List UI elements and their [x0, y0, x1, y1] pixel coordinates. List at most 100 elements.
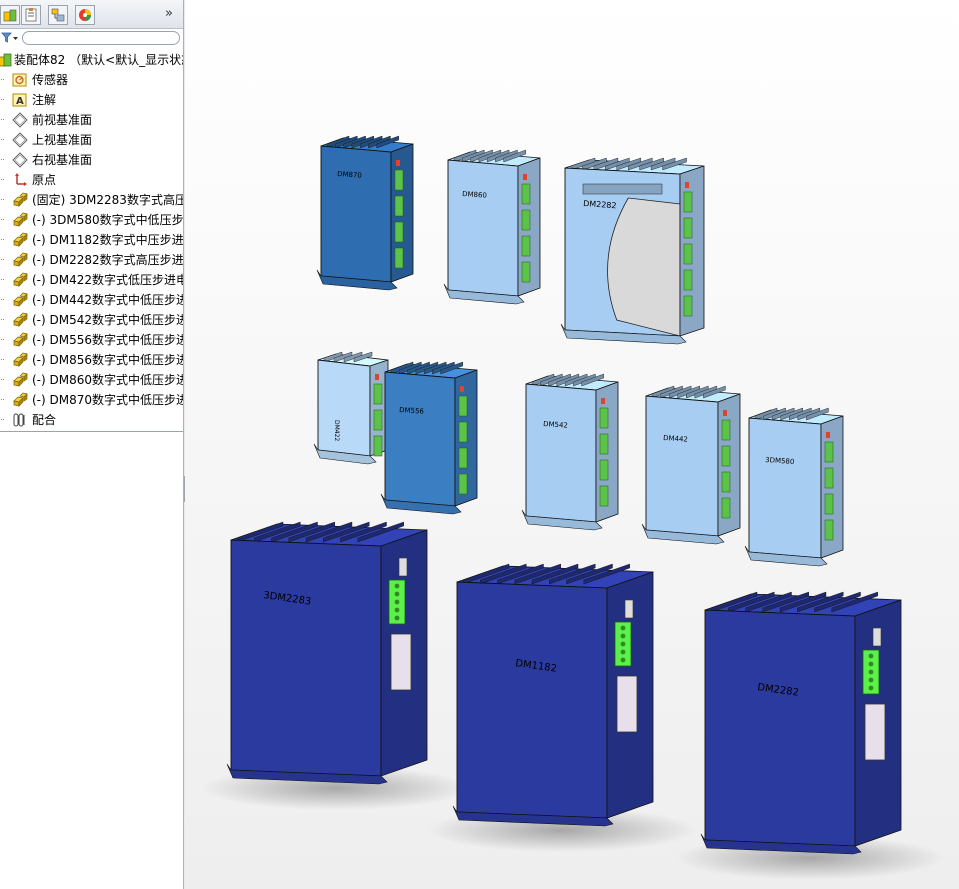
tree-item[interactable]: (-) DM442数字式中低压步进 [0, 290, 183, 310]
tree-filter-input[interactable] [22, 31, 180, 45]
more-tabs-chevron-icon[interactable]: » [165, 6, 173, 21]
tree-item-label: 右视基准面 [32, 153, 93, 167]
terminal-block [394, 169, 404, 191]
terminal-screw [620, 633, 626, 639]
configurationmanager-tab[interactable] [48, 5, 68, 25]
tree-item[interactable]: (-) DM870数字式中低压步进 [0, 390, 183, 410]
terminal-screw [394, 615, 400, 621]
terminal-block [599, 459, 609, 481]
driver-front-face [645, 395, 719, 537]
tree-expander-icon[interactable] [0, 79, 4, 81]
tree-expander-icon[interactable] [0, 239, 4, 241]
status-led [685, 182, 689, 188]
terminal-screw [620, 625, 626, 631]
tree-item[interactable]: (-) DM422数字式低压步进电 [0, 270, 183, 290]
driver-dm2282-small: DM2282 [560, 157, 705, 345]
tree-item[interactable]: 传感器 [0, 70, 183, 90]
tree-expander-icon[interactable] [0, 119, 4, 121]
tree-item[interactable]: 配合 [0, 410, 183, 430]
driver-front-face [230, 539, 382, 777]
tree-item[interactable]: 右视基准面 [0, 150, 183, 170]
status-led [396, 160, 400, 166]
feature-tree: 装配体82 （默认<默认_显示状态传感器 A 注解前视基准面上视基准面右视基准面原点… [0, 50, 183, 430]
tree-expander-icon[interactable] [0, 359, 4, 361]
tree-expander-icon[interactable] [0, 139, 4, 141]
tree-item[interactable]: A 注解 [0, 90, 183, 110]
tree-item-label: 前视基准面 [32, 113, 93, 127]
vent-slots [582, 183, 663, 195]
terminal-block [458, 473, 468, 495]
filter-funnel-icon[interactable] [1, 32, 19, 44]
terminal-block [824, 441, 834, 463]
part-icon [12, 192, 28, 208]
driver-front-face [384, 371, 456, 507]
terminal-block [599, 485, 609, 507]
tree-item-label: (-) DM870数字式中低压步进 [32, 393, 184, 407]
tree-expander-icon[interactable] [0, 379, 4, 381]
terminal-block [373, 435, 383, 457]
dip-switch [398, 557, 408, 577]
part-icon [12, 392, 28, 408]
featuremanager-tree-tab[interactable] [0, 5, 20, 25]
tree-item[interactable]: 上视基准面 [0, 130, 183, 150]
tree-expander-icon[interactable] [0, 219, 4, 221]
tree-item[interactable]: (-) DM860数字式中低压步进 [0, 370, 183, 390]
terminal-screw [620, 657, 626, 663]
terminal-block [521, 261, 531, 283]
tree-root-assembly[interactable]: 装配体82 （默认<默认_显示状态 [0, 50, 183, 70]
terminal-block [599, 433, 609, 455]
terminal-block [521, 209, 531, 231]
propertymanager-tab[interactable] [21, 5, 41, 25]
terminal-screw [394, 607, 400, 613]
property-sheet-icon [25, 8, 37, 22]
tree-expander-icon[interactable] [0, 99, 4, 101]
status-led [523, 174, 527, 180]
tree-item-label: 装配体82 （默认<默认_显示状态 [14, 53, 184, 67]
tree-expander-icon[interactable] [0, 419, 4, 421]
tree-expander-icon[interactable] [0, 299, 4, 301]
tree-item[interactable]: (-) DM856数字式中低压步进 [0, 350, 183, 370]
tree-item-label: 传感器 [32, 73, 69, 87]
tree-item[interactable]: (-) DM1182数字式中压步进 [0, 230, 183, 250]
tree-item[interactable]: 原点 [0, 170, 183, 190]
terminal-block [721, 419, 731, 441]
tree-expander-icon[interactable] [0, 179, 4, 181]
power-terminal-block [390, 633, 412, 691]
terminal-block [824, 493, 834, 515]
manager-tabs: » [0, 0, 183, 29]
tree-expander-icon[interactable] [0, 199, 4, 201]
sensor-icon [12, 72, 28, 88]
configuration-icon [51, 8, 65, 22]
terminal-block [683, 269, 693, 291]
tree-item[interactable]: (-) DM2282数字式高压步进 [0, 250, 183, 270]
graphics-viewport[interactable]: DM870 DM860 DM2282 DM422 DM556 DM542 DM442 3DM5… [185, 0, 959, 889]
status-led [375, 374, 379, 380]
tree-expander-icon[interactable] [0, 339, 4, 341]
terminal-block [373, 409, 383, 431]
tree-expander-icon[interactable] [0, 279, 4, 281]
driver-front-face [704, 609, 856, 847]
tree-item[interactable]: (固定) 3DM2283数字式高压 [0, 190, 183, 210]
terminal-screw [868, 677, 874, 683]
tree-expander-icon[interactable] [0, 159, 4, 161]
tree-expander-icon[interactable] [0, 399, 4, 401]
tree-item[interactable]: (-) 3DM580数字式中低压步 [0, 210, 183, 230]
tree-item[interactable]: (-) DM542数字式中低压步进 [0, 310, 183, 330]
part-icon [12, 252, 28, 268]
assembly-scene: DM870 DM860DM2282 DM422 DM556 DM542DM4423DM5… [185, 0, 959, 889]
part-icon [12, 212, 28, 228]
tree-expander-icon[interactable] [0, 259, 4, 261]
plane-icon [12, 112, 28, 128]
tree-item[interactable]: 前视基准面 [0, 110, 183, 130]
driver-front-face [456, 581, 608, 819]
terminal-block [394, 221, 404, 243]
tree-item-label: (-) DM542数字式中低压步进 [32, 313, 184, 327]
terminal-screw [868, 685, 874, 691]
driver-dm870: DM870 [316, 135, 414, 291]
displaymanager-tab[interactable] [75, 5, 95, 25]
tree-item-label: (-) DM422数字式低压步进电 [32, 273, 184, 287]
tree-item[interactable]: (-) DM556数字式中低压步进 [0, 330, 183, 350]
tree-expander-icon[interactable] [0, 319, 4, 321]
driver-front-face [447, 159, 519, 297]
part-icon [12, 352, 28, 368]
